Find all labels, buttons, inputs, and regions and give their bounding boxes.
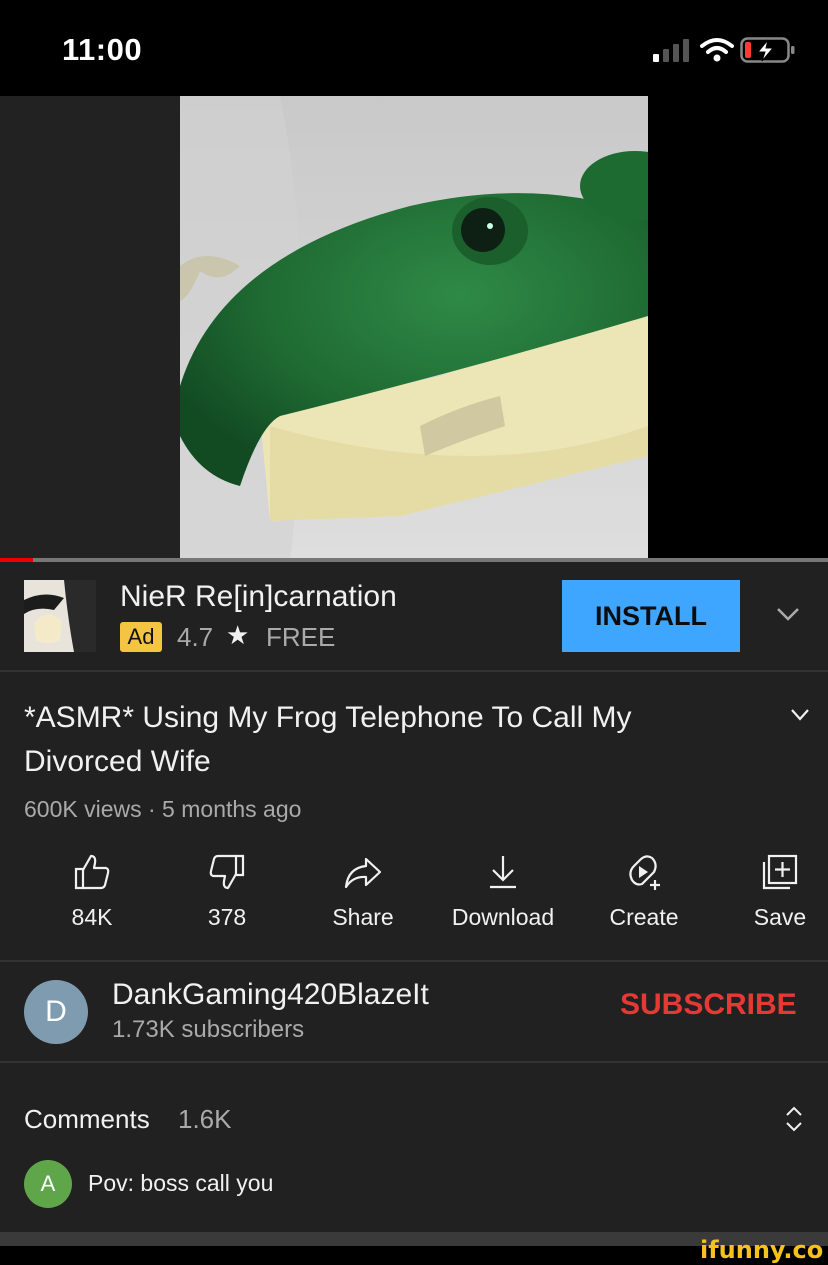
download-button[interactable]: Download <box>438 852 568 942</box>
wifi-icon <box>700 38 734 62</box>
chevron-down-icon[interactable] <box>790 708 810 722</box>
download-label: Download <box>451 904 555 930</box>
divider <box>0 670 828 672</box>
divider <box>0 960 828 962</box>
video-player[interactable] <box>0 96 828 562</box>
ad-app-icon <box>24 580 96 652</box>
ifunny-watermark: ifunny.co <box>700 1236 824 1264</box>
chevron-down-icon[interactable] <box>776 606 800 622</box>
ad-badge: Ad <box>120 622 162 652</box>
save-playlist-icon <box>762 854 798 890</box>
ad-rating: 4.7 <box>177 622 214 652</box>
comments-label[interactable]: Comments <box>24 1104 150 1135</box>
share-button[interactable]: Share <box>298 852 428 942</box>
install-button[interactable]: INSTALL <box>562 580 740 652</box>
download-icon <box>490 856 516 889</box>
ad-title[interactable]: NieR Re[in]carnation <box>120 580 397 614</box>
create-label: Create <box>609 904 679 930</box>
top-comment-text[interactable]: Pov: boss call you <box>88 1170 273 1197</box>
channel-avatar[interactable]: D <box>24 980 88 1044</box>
subscriber-count: 1.73K subscribers <box>112 1016 305 1043</box>
status-bar: 11:00 <box>0 0 828 96</box>
ad-banner[interactable]: NieR Re[in]carnation Ad 4.7 ★ FREE INSTA… <box>0 562 828 670</box>
like-button[interactable]: 84K <box>27 852 157 942</box>
thumbs-up-icon <box>74 854 110 890</box>
video-title[interactable]: *ASMR* Using My Frog Telephone To Call M… <box>24 696 724 784</box>
ad-price: FREE <box>266 622 336 652</box>
create-button[interactable]: Create <box>579 852 709 942</box>
star-icon: ★ <box>226 620 250 650</box>
share-icon <box>344 857 382 889</box>
divider <box>0 1061 828 1063</box>
save-label: Save <box>753 904 807 930</box>
video-letterbox <box>648 96 828 562</box>
commenter-avatar[interactable]: A <box>24 1160 72 1208</box>
thumbs-down-icon <box>209 854 245 890</box>
battery-charging-icon <box>740 37 795 63</box>
comments-count: 1.6K <box>178 1104 232 1134</box>
channel-name[interactable]: DankGaming420BlazeIt <box>112 978 429 1012</box>
share-label: Share <box>332 904 394 930</box>
subscribe-button[interactable]: SUBSCRIBE <box>620 988 797 1022</box>
video-metadata: 600K views · 5 months ago <box>24 796 302 822</box>
status-time: 11:00 <box>62 32 143 67</box>
expand-collapse-icon[interactable] <box>784 1104 804 1134</box>
like-count: 84K <box>71 904 113 930</box>
dislike-button[interactable]: 378 <box>162 852 292 942</box>
cellular-signal-icon <box>653 39 689 62</box>
create-icon <box>629 855 660 890</box>
save-button[interactable]: Save <box>715 852 828 942</box>
dislike-count: 378 <box>207 904 247 930</box>
video-frame-frog-telephone <box>180 96 648 562</box>
